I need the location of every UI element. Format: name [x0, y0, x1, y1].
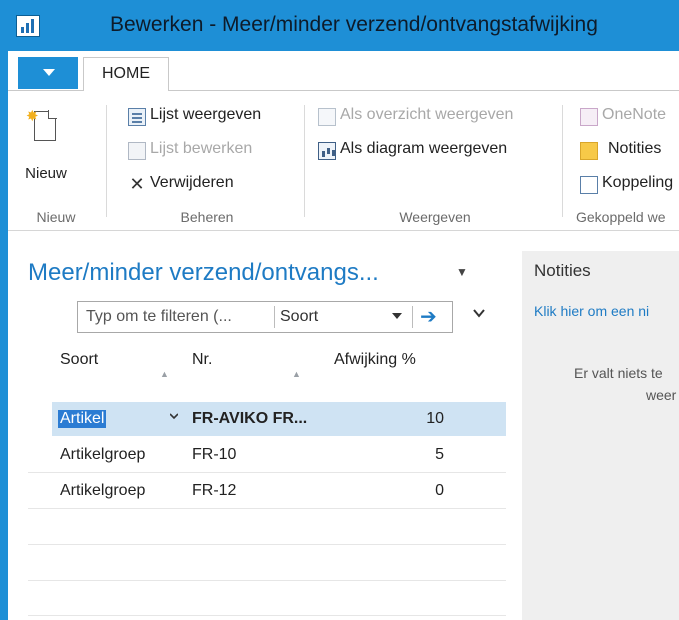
cell-soort[interactable]: Artikel: [58, 410, 107, 428]
column-header-afwijking[interactable]: Afwijking %: [334, 351, 416, 369]
edit-list-label: Lijst bewerken: [150, 140, 253, 157]
page-title: Meer/minder verzend/ontvangs...: [28, 259, 379, 286]
delete-label: Verwijderen: [150, 174, 234, 191]
notes-title: Notities: [534, 261, 591, 280]
group-label-gekoppeld: Gekoppeld we: [576, 209, 666, 225]
ribbon-group-gekoppeld: OneNote Notities Koppeling Gekoppeld we: [568, 91, 679, 231]
ribbon-group-nieuw: ✸ Nieuw Nieuw: [8, 91, 104, 231]
cell-soort: Artikelgroep: [60, 446, 146, 463]
notes-empty-message: Er valt niets te: [574, 365, 663, 381]
expand-filter-chevron-icon[interactable]: [473, 307, 485, 319]
table-row[interactable]: Artikel FR-AVIKO FR... 10: [52, 402, 506, 436]
application-menu-button[interactable]: [18, 57, 78, 89]
ribbon: ✸ Nieuw Nieuw Lijst weergeven Lijst bewe…: [8, 91, 679, 231]
apply-filter-arrow-icon[interactable]: ➔: [420, 304, 437, 329]
group-label-weergeven: Weergeven: [399, 209, 471, 225]
cell-afwijking: 10: [426, 410, 444, 427]
ribbon-separator: [304, 105, 305, 217]
show-chart-label: Als diagram weergeven: [340, 140, 508, 157]
cell-afwijking: 5: [435, 446, 444, 463]
row-divider: [28, 580, 506, 581]
ribbon-group-beheren: Lijst weergeven Lijst bewerken ✕ Verwijd…: [112, 91, 302, 231]
sparkle-icon: ✸: [26, 108, 39, 125]
dropdown-arrow-icon: [43, 69, 55, 76]
cell-nr: FR-AVIKO FR...: [192, 410, 308, 427]
sort-arrow-icon: ▲: [292, 369, 301, 379]
edit-list-icon: [128, 142, 146, 160]
row-divider: [28, 508, 506, 509]
filter-divider: [412, 306, 413, 328]
view-list-label: Lijst weergeven: [150, 106, 262, 123]
group-label-nieuw: Nieuw: [36, 209, 76, 225]
notes-empty-message-line2: weer: [646, 387, 677, 403]
sort-arrow-icon: ▲: [160, 369, 169, 379]
filter-divider: [274, 306, 275, 328]
tab-home[interactable]: HOME: [83, 57, 169, 92]
link-document-icon: [580, 176, 598, 194]
notes-factbox: Notities Klik hier om een ni Er valt nie…: [522, 251, 679, 620]
ribbon-group-weergeven: Als overzicht weergeven Als diagram weer…: [310, 91, 560, 231]
delete-x-icon: ✕: [129, 174, 145, 194]
add-note-link[interactable]: Klik hier om een ni: [534, 303, 649, 319]
filter-field-select[interactable]: Soort: [280, 308, 318, 326]
notes-label: Notities: [608, 140, 662, 157]
list-view-icon: [128, 108, 146, 126]
onenote-icon: [580, 108, 598, 126]
filter-input[interactable]: [86, 308, 266, 326]
links-label: Koppeling: [602, 174, 674, 191]
window-title: Bewerken - Meer/minder verzend/ontvangst…: [110, 13, 598, 36]
cell-soort: Artikelgroep: [60, 482, 146, 499]
ribbon-separator: [106, 105, 107, 217]
ribbon-separator: [562, 105, 563, 217]
overview-icon: [318, 108, 336, 126]
title-dropdown-icon[interactable]: ▼: [456, 265, 468, 279]
app-window: Bewerken - Meer/minder verzend/ontvangst…: [0, 0, 679, 620]
column-header-nr[interactable]: Nr.: [192, 351, 212, 369]
chart-icon: [318, 142, 336, 160]
new-button-label: Nieuw: [25, 165, 67, 182]
column-header-soort[interactable]: Soort: [60, 351, 98, 369]
table-row[interactable]: Artikelgroep FR-10 5: [52, 438, 506, 472]
group-label-beheren: Beheren: [180, 209, 234, 225]
filter-bar: Soort ➔: [77, 301, 453, 333]
title-bar: Bewerken - Meer/minder verzend/ontvangst…: [8, 1, 679, 51]
row-divider: [28, 544, 506, 545]
show-overview-label: Als overzicht weergeven: [340, 106, 514, 123]
row-divider: [28, 615, 506, 616]
cell-nr: FR-10: [192, 446, 237, 463]
ribbon-tabs: HOME: [8, 51, 679, 92]
cell-afwijking: 0: [435, 482, 444, 499]
app-logo-icon: [16, 15, 40, 37]
filter-field-dropdown-icon[interactable]: [392, 313, 402, 319]
chevron-down-icon[interactable]: [170, 412, 178, 420]
sticky-note-icon: [580, 142, 598, 160]
row-divider: [28, 472, 506, 473]
table-row[interactable]: Artikelgroep FR-12 0: [52, 474, 506, 508]
onenote-label: OneNote: [602, 106, 667, 123]
new-button[interactable]: ✸ Nieuw: [16, 107, 76, 197]
cell-nr: FR-12: [192, 482, 237, 499]
